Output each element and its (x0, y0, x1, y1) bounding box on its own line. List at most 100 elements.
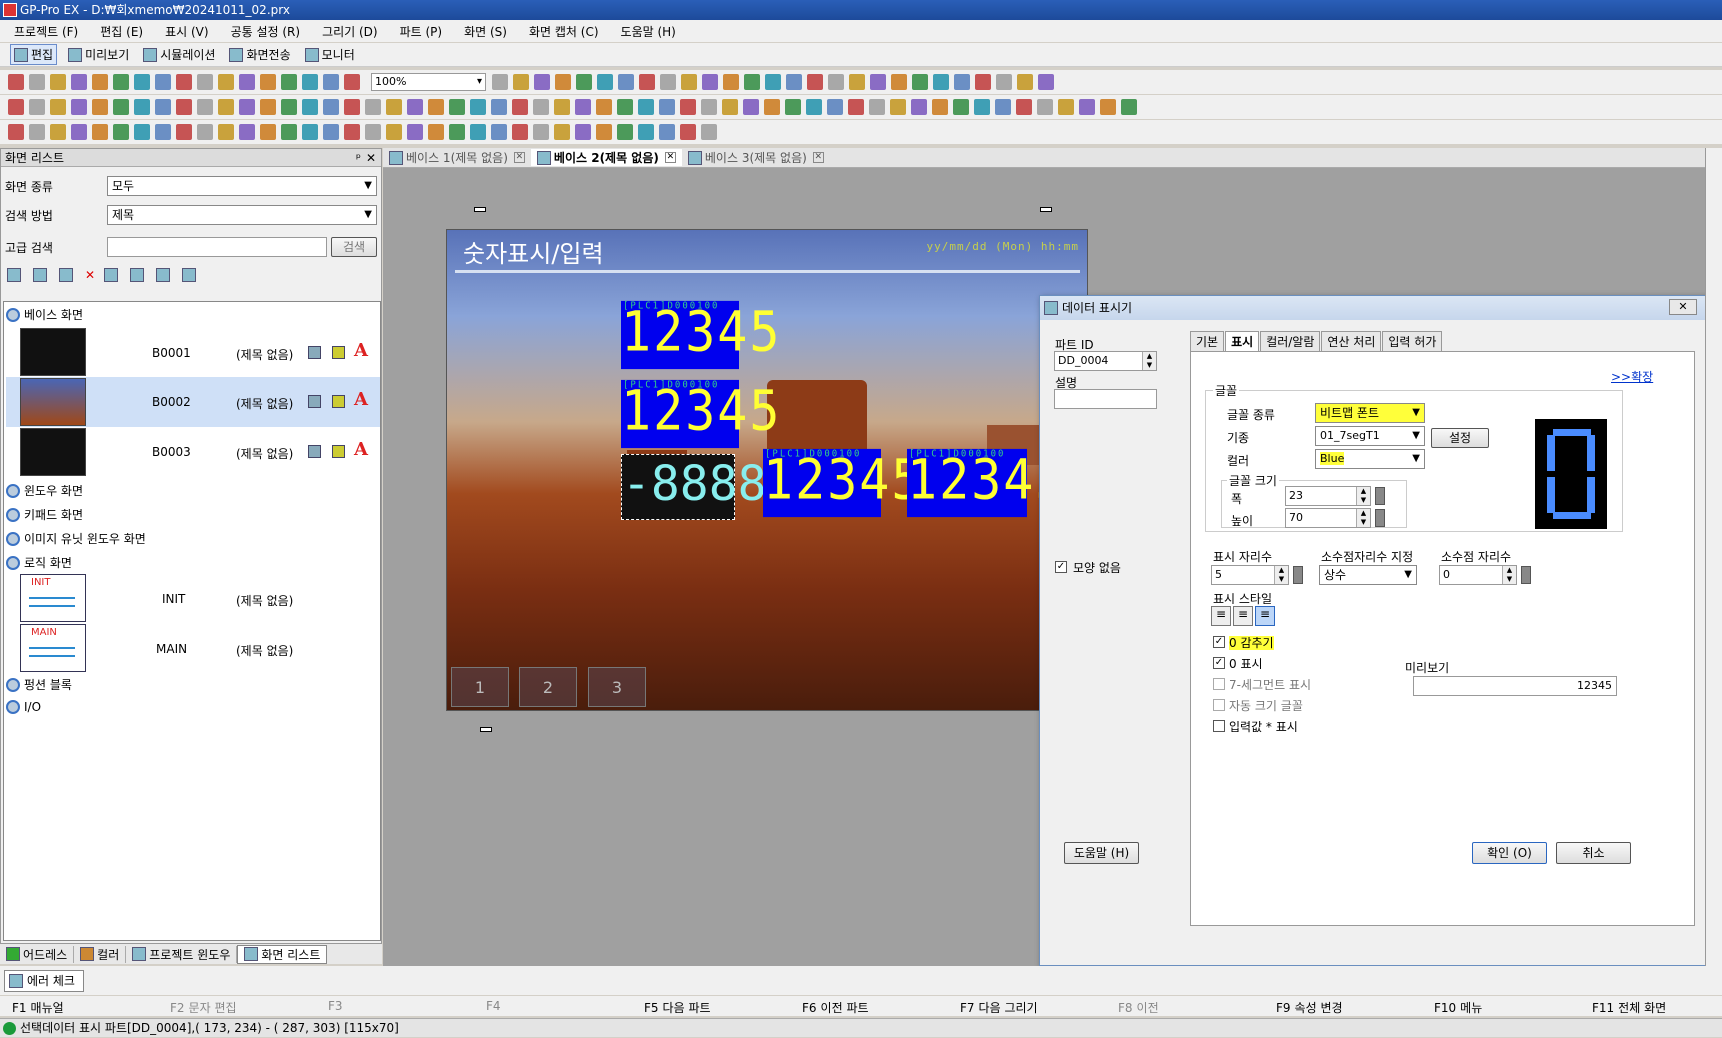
menu-capture[interactable]: 화면 캡처 (C) (529, 23, 599, 40)
toolbar-tool-icon[interactable] (617, 99, 633, 115)
tab-base-1[interactable]: 베이스 1(제목 없음) ✕ (383, 149, 531, 166)
toolbar-tool-icon[interactable] (807, 74, 823, 90)
toolbar-tool-icon[interactable] (638, 99, 654, 115)
toolbar-tool-icon[interactable] (8, 124, 24, 140)
toolbar-tool-icon[interactable] (470, 124, 486, 140)
toolbar-tool-icon[interactable] (764, 99, 780, 115)
expand-link[interactable]: >>확장 (1611, 368, 1653, 385)
digits-input[interactable]: 5 ▲ ▼ (1211, 565, 1289, 585)
toolbar-tool-icon[interactable] (218, 124, 234, 140)
close-icon[interactable]: ✕ (513, 152, 525, 163)
toolbar-tool-icon[interactable] (344, 74, 360, 90)
resize-handle[interactable] (1040, 207, 1052, 212)
toolbar-tool-icon[interactable] (828, 74, 844, 90)
fkey-f5[interactable]: F5 다음 파트 (644, 999, 711, 1016)
toolbar-tool-icon[interactable] (848, 99, 864, 115)
show-zero-checkbox[interactable]: ✓ (1213, 657, 1225, 669)
menu-common[interactable]: 공통 설정 (R) (231, 23, 301, 40)
hmi-screen[interactable]: 숫자표시/입력 yy/mm/dd (Mon) hh:mm [PLC1]D0001… (446, 229, 1088, 711)
seven-seg-checkbox[interactable] (1213, 678, 1225, 690)
align-left-icon[interactable]: ≡ (1211, 606, 1231, 626)
toolbar-tool-icon[interactable] (576, 74, 592, 90)
thumbnail-b0002[interactable] (20, 378, 86, 426)
toolbar-tool-icon[interactable] (870, 74, 886, 90)
toolbar-tool-icon[interactable] (596, 124, 612, 140)
data-display-2[interactable]: [PLC1]D000100 12345 (621, 380, 780, 449)
toolbar-tool-icon[interactable] (50, 74, 66, 90)
toolbar-tool-icon[interactable] (29, 74, 45, 90)
toolbar-tool-icon[interactable] (407, 99, 423, 115)
toolbar-tool-icon[interactable] (974, 99, 990, 115)
toolbar-tool-icon[interactable] (1037, 99, 1053, 115)
pin-icon[interactable]: ᵖ (356, 149, 361, 167)
toolbar-tool-icon[interactable] (617, 124, 633, 140)
calculator-icon[interactable] (1375, 487, 1385, 505)
toolbar-tool-icon[interactable] (597, 74, 613, 90)
toolbar-tool-icon[interactable] (491, 124, 507, 140)
toolbar-tool-icon[interactable] (491, 99, 507, 115)
toolbar-tool-icon[interactable] (281, 99, 297, 115)
toolbar-tool-icon[interactable] (134, 74, 150, 90)
menu-help[interactable]: 도움말 (H) (621, 23, 676, 40)
toolbar-tool-icon[interactable] (239, 74, 255, 90)
toolbar-tool-icon[interactable] (554, 99, 570, 115)
mode-edit-button[interactable]: 편집 (10, 44, 58, 65)
advanced-search-input[interactable] (107, 237, 327, 257)
toolbar-tool-icon[interactable] (323, 124, 339, 140)
toolbar-tool-icon[interactable] (1100, 99, 1116, 115)
toolbar-tool-icon[interactable] (92, 124, 108, 140)
toolbar-tool-icon[interactable] (302, 124, 318, 140)
fkey-f3[interactable]: F3 (328, 999, 347, 1013)
toolbar-tool-icon[interactable] (323, 99, 339, 115)
toolbar-tool-icon[interactable] (71, 124, 87, 140)
tab-color-alarm[interactable]: 컬러/알람 (1260, 331, 1321, 351)
zoom-select[interactable]: 100% (371, 73, 486, 91)
calculator-icon[interactable] (1293, 566, 1303, 584)
toolbar-tool-icon[interactable] (912, 74, 928, 90)
data-display-3[interactable]: [PLC1]D000100 12345 (763, 449, 922, 518)
fkey-f6[interactable]: F6 이전 파트 (802, 999, 869, 1016)
nav-button-3[interactable]: 3 (588, 667, 646, 707)
tab-input-permission[interactable]: 입력 허가 (1382, 331, 1443, 351)
fkey-f9[interactable]: F9 속성 변경 (1276, 999, 1343, 1016)
toolbar-tool-icon[interactable] (659, 124, 675, 140)
calculator-icon[interactable] (1521, 566, 1531, 584)
fkey-f2[interactable]: F2 문자 편집 (170, 999, 237, 1016)
toolbar-tool-icon[interactable] (155, 124, 171, 140)
settings-button[interactable]: 설정 (1431, 428, 1489, 448)
calculator-icon[interactable] (1375, 509, 1385, 527)
cancel-button[interactable]: 취소 (1556, 842, 1631, 864)
spinner-icon[interactable]: ▲ ▼ (1502, 566, 1516, 584)
toolbar-tool-icon[interactable] (470, 99, 486, 115)
mode-simulation-button[interactable]: 시뮬레이션 (140, 45, 218, 64)
toolbar-tool-icon[interactable] (386, 124, 402, 140)
toolbar-tool-icon[interactable] (29, 124, 45, 140)
close-icon[interactable]: ✕ (664, 152, 676, 163)
toolbar-tool-icon[interactable] (765, 74, 781, 90)
data-display-4[interactable]: [PLC1]D000100 12345 (907, 449, 1066, 518)
thumbnail-b0003[interactable] (20, 428, 86, 476)
error-check-button[interactable]: 에러 체크 (4, 970, 84, 992)
spinner-icon[interactable]: ▲ ▼ (1356, 487, 1370, 505)
tab-project-window[interactable]: 프로젝트 윈도우 (126, 945, 238, 963)
toolbar-tool-icon[interactable] (428, 99, 444, 115)
toolbar-tool-icon[interactable] (680, 99, 696, 115)
toolbar-tool-icon[interactable] (260, 99, 276, 115)
toolbar-tool-icon[interactable] (638, 124, 654, 140)
auto-size-checkbox[interactable] (1213, 699, 1225, 711)
toolbar-tool-icon[interactable] (891, 74, 907, 90)
toolbar-tool-icon[interactable] (281, 74, 297, 90)
paste-icon[interactable] (59, 268, 73, 282)
window-icon[interactable] (130, 268, 145, 282)
toolbar-tool-icon[interactable] (786, 74, 802, 90)
toolbar-tool-icon[interactable] (953, 99, 969, 115)
toolbar-tool-icon[interactable] (995, 99, 1011, 115)
toolbar-tool-icon[interactable] (702, 74, 718, 90)
delete-icon[interactable]: ✕ (85, 268, 95, 282)
toolbar-tool-icon[interactable] (660, 74, 676, 90)
tab-display[interactable]: 표시 (1225, 331, 1260, 351)
toolbar-tool-icon[interactable] (513, 74, 529, 90)
resize-handle[interactable] (480, 727, 492, 732)
toolbar-tool-icon[interactable] (281, 124, 297, 140)
fkey-f1[interactable]: F1 매뉴얼 (12, 999, 64, 1016)
